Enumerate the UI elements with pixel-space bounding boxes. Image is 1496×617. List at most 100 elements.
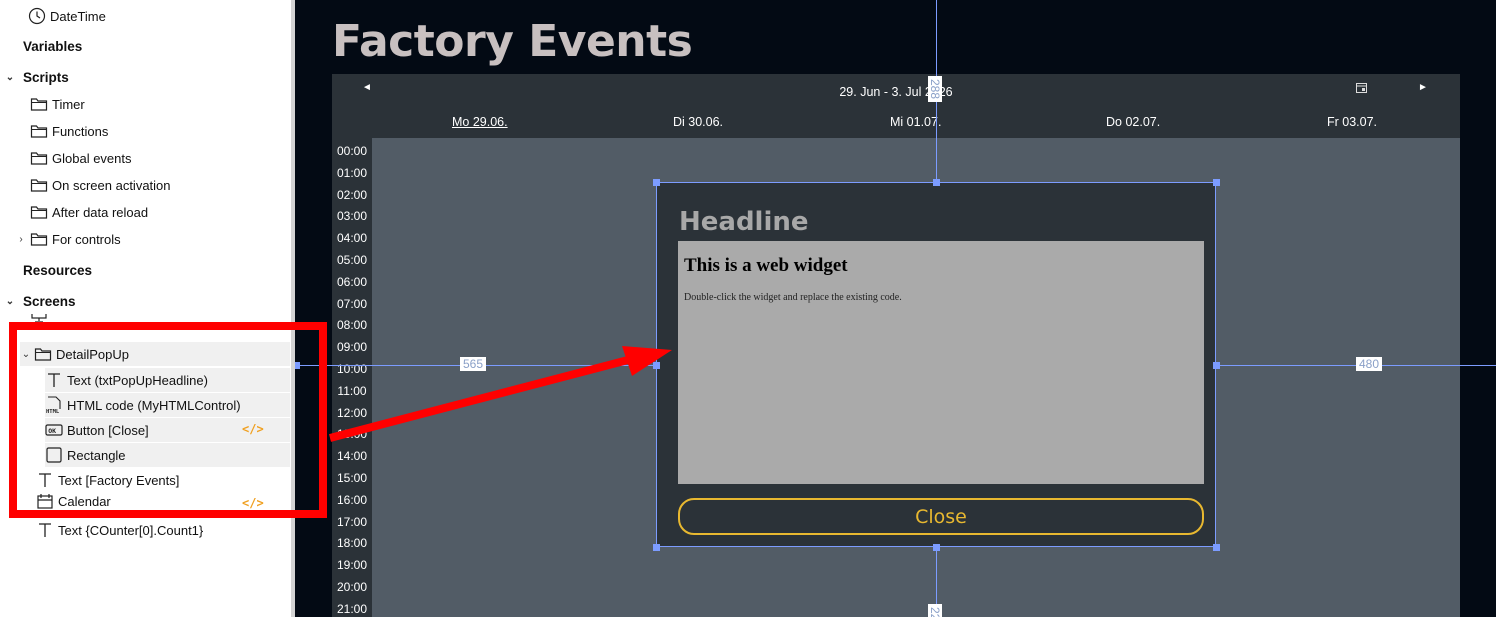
hour-label: 08:00 xyxy=(336,318,368,333)
script-code-icon[interactable]: </> xyxy=(242,422,264,436)
next-week-button[interactable]: ► xyxy=(1418,82,1428,93)
hour-label: 03:00 xyxy=(336,209,368,224)
section-label: Screens xyxy=(23,293,76,309)
tree-item-functions[interactable]: Functions xyxy=(30,119,108,143)
tree-item-text-popup-headline[interactable]: Text (txtPopUpHeadline) xyxy=(45,368,290,392)
calendar-range: 29. Jun - 3. Jul 2026 xyxy=(839,85,953,99)
design-canvas[interactable]: Factory Events ◄ 29. Jun - 3. Jul 2026 ►… xyxy=(295,0,1496,617)
folder-icon xyxy=(30,95,48,113)
hour-label: 19:00 xyxy=(336,558,368,573)
tree-item-label: For controls xyxy=(52,231,121,247)
tree-item-on-screen-activation[interactable]: On screen activation xyxy=(30,173,171,197)
tree-item-label: HTML code (MyHTMLControl) xyxy=(67,397,241,413)
widget-text: Double-click the widget and replace the … xyxy=(684,292,902,303)
monitor-icon xyxy=(30,314,48,328)
text-icon xyxy=(45,371,63,389)
chevron-down-icon[interactable]: ⌄ xyxy=(20,349,32,360)
right-distance-label: 480 xyxy=(1356,357,1383,371)
close-button[interactable]: Close xyxy=(678,498,1204,535)
resize-handle[interactable] xyxy=(653,179,660,186)
button-ok-icon: OK xyxy=(45,421,63,439)
tree-item-label: Timer xyxy=(52,96,85,112)
day-header[interactable]: Do 02.07. xyxy=(1106,115,1160,129)
tree-item-html-code[interactable]: HTML HTML code (MyHTMLControl) xyxy=(45,393,290,417)
tree-item-label: Text {COunter[0].Count1} xyxy=(58,522,204,538)
tree-item-label: Button [Close] xyxy=(67,422,149,438)
tree-item-global-events[interactable]: Global events xyxy=(30,146,132,170)
hour-label: 17:00 xyxy=(336,514,368,529)
day-header[interactable]: Mi 01.07. xyxy=(890,115,941,129)
resize-handle[interactable] xyxy=(933,179,940,186)
hour-label: 11:00 xyxy=(337,383,367,398)
day-header[interactable]: Di 30.06. xyxy=(673,115,723,129)
resize-handle[interactable] xyxy=(653,544,660,551)
hour-label: 04:00 xyxy=(336,231,368,246)
tree-item-detailpopup[interactable]: ⌄ DetailPopUp xyxy=(20,342,290,366)
hour-label: 21:00 xyxy=(336,601,368,616)
tree-item-datetime[interactable]: DateTime xyxy=(28,4,106,28)
chevron-right-icon[interactable]: › xyxy=(15,234,27,245)
day-header[interactable]: Mo 29.06. xyxy=(452,115,508,129)
resize-handle[interactable] xyxy=(653,362,660,369)
tree-item-timer[interactable]: Timer xyxy=(30,92,85,116)
rectangle-icon xyxy=(45,446,63,464)
hour-label: 15:00 xyxy=(336,471,368,485)
page-title[interactable]: Factory Events xyxy=(332,16,693,67)
popup-headline[interactable]: Headline xyxy=(679,207,809,237)
day-header[interactable]: Fr 03.07. xyxy=(1327,115,1377,129)
calendar-header: ◄ 29. Jun - 3. Jul 2026 ► Mo 29.06. Di 3… xyxy=(332,74,1460,138)
resize-handle[interactable] xyxy=(1213,544,1220,551)
tree-item-after-data-reload[interactable]: After data reload xyxy=(30,200,148,224)
hour-label: 09:00 xyxy=(336,340,368,355)
clock-icon xyxy=(28,7,46,25)
tree-item-label: After data reload xyxy=(52,204,149,220)
tree-section-variables[interactable]: Variables xyxy=(23,34,82,58)
hour-label: 05:00 xyxy=(336,253,368,267)
html-icon: HTML xyxy=(45,396,63,414)
folder-icon xyxy=(30,176,48,194)
tree-item-label: Global events xyxy=(52,150,132,166)
section-label: Scripts xyxy=(23,69,69,85)
tree-item-label: Functions xyxy=(52,123,109,139)
chevron-down-icon[interactable]: ⌄ xyxy=(4,296,16,307)
svg-text:OK: OK xyxy=(48,427,56,435)
tree-section-resources[interactable]: Resources xyxy=(23,258,92,282)
detail-popup[interactable]: Headline This is a web widget Double-cli… xyxy=(653,179,1220,551)
hour-label: 07:00 xyxy=(336,296,368,311)
html-widget[interactable]: This is a web widget Double-click the wi… xyxy=(678,241,1204,484)
tree-item-calendar[interactable]: Calendar </> xyxy=(36,493,291,509)
section-label: Variables xyxy=(23,38,83,54)
hour-label: 20:00 xyxy=(336,580,368,594)
guide-handle xyxy=(295,362,300,369)
hour-label: 16:00 xyxy=(336,492,368,507)
tree-section-scripts[interactable]: ⌄ Scripts xyxy=(4,65,69,89)
hour-label: 02:00 xyxy=(336,187,368,202)
script-code-icon[interactable]: </> xyxy=(242,496,264,509)
tree-item-text-counter[interactable]: Text {COunter[0].Count1} xyxy=(36,518,203,542)
top-distance-label: 288 xyxy=(928,76,942,103)
folder-icon xyxy=(30,149,48,167)
folder-open-icon xyxy=(34,345,52,363)
widget-title: This is a web widget xyxy=(684,255,848,276)
left-distance-label: 565 xyxy=(460,357,487,371)
calendar-picker-icon[interactable] xyxy=(1356,82,1367,96)
resize-handle[interactable] xyxy=(1213,362,1220,369)
hour-label: 18:00 xyxy=(336,536,368,551)
hour-column: 00:00 01:00 02:00 03:00 04:00 05:00 06:00 07:00… xyxy=(332,138,372,617)
tree-section-screens[interactable]: ⌄ Screens xyxy=(4,289,76,313)
resize-handle[interactable] xyxy=(1213,179,1220,186)
tree-item-button-close[interactable]: OK Button [Close] </> xyxy=(45,418,290,442)
tree-item-screen-partial[interactable] xyxy=(30,314,52,328)
tree-item-rectangle[interactable]: Rectangle xyxy=(45,443,290,467)
hour-label: 12:00 xyxy=(336,405,368,420)
tree-item-label: DetailPopUp xyxy=(56,346,129,362)
resize-handle[interactable] xyxy=(933,544,940,551)
tree-item-label: Rectangle xyxy=(67,447,126,463)
tree-item-label: DateTime xyxy=(50,8,106,24)
chevron-down-icon[interactable]: ⌄ xyxy=(4,72,16,83)
bottom-distance-label: 22 xyxy=(928,604,942,617)
tree-item-label: Text (txtPopUpHeadline) xyxy=(67,372,208,388)
app-root: DateTime Variables ⌄ Scripts Timer Funct… xyxy=(0,0,1496,617)
tree-item-text-factory-events[interactable]: Text [Factory Events] xyxy=(36,468,179,492)
tree-item-for-controls[interactable]: › For controls xyxy=(15,227,121,251)
